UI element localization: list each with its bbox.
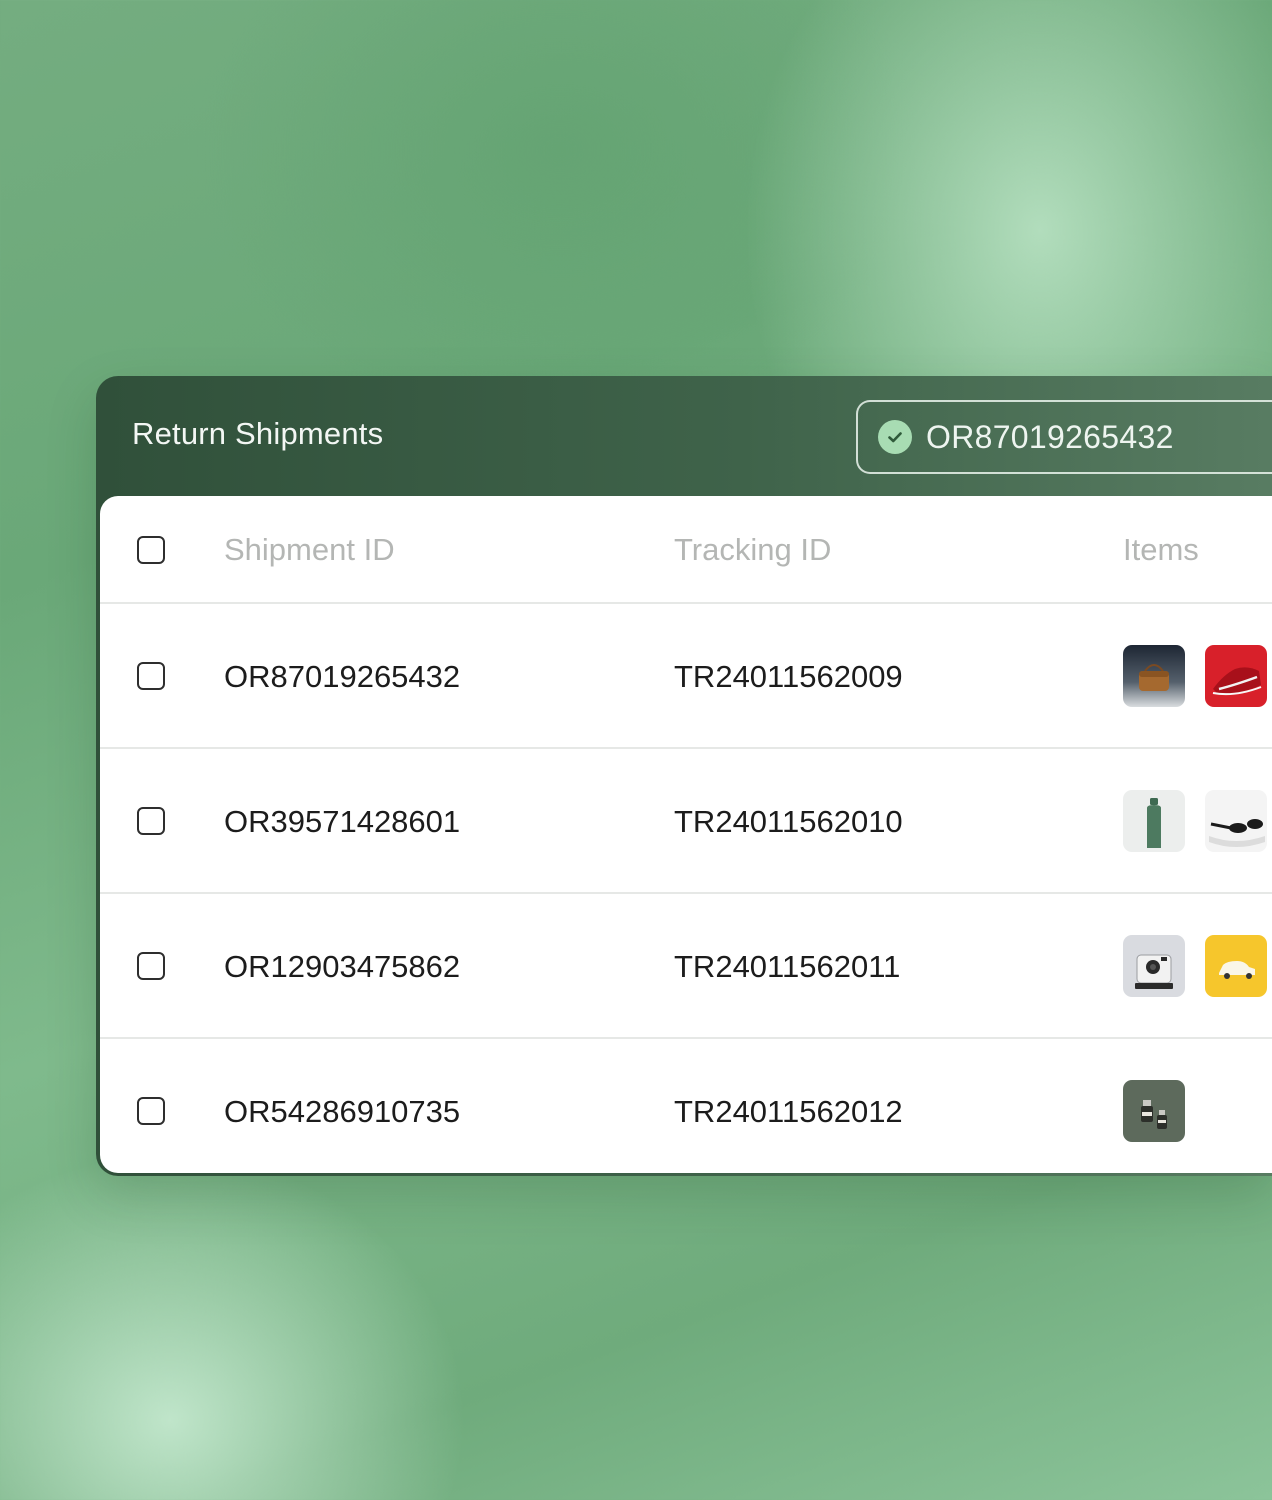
tracking-id: TR24011562011 bbox=[674, 949, 901, 984]
column-header-tracking-id: Tracking ID bbox=[674, 532, 832, 567]
serum-bottles-thumbnail[interactable] bbox=[1123, 1080, 1185, 1142]
row-checkbox[interactable] bbox=[137, 952, 165, 980]
instant-camera-thumbnail[interactable] bbox=[1123, 935, 1185, 997]
table-row[interactable]: OR39571428601 TR24011562010 bbox=[100, 749, 1272, 894]
shipment-id: OR87019265432 bbox=[224, 659, 461, 694]
leather-bag-thumbnail[interactable] bbox=[1123, 645, 1185, 707]
sunglasses-thumbnail[interactable] bbox=[1205, 790, 1267, 852]
shipment-id: OR12903475862 bbox=[224, 949, 461, 984]
table-row[interactable]: OR54286910735 TR24011562012 bbox=[100, 1039, 1272, 1173]
check-circle-icon bbox=[878, 420, 912, 454]
table-row[interactable]: OR87019265432 TR24011562009 bbox=[100, 604, 1272, 749]
return-shipments-panel: Return Shipments OR87019265432 Shipment … bbox=[96, 376, 1272, 1176]
tracking-id: TR24011562012 bbox=[674, 1094, 903, 1129]
select-all-checkbox[interactable] bbox=[137, 536, 165, 564]
table-header-row: Shipment ID Tracking ID Items bbox=[100, 496, 1272, 604]
search-value: OR87019265432 bbox=[926, 418, 1174, 455]
table-row[interactable]: OR12903475862 TR24011562011 bbox=[100, 894, 1272, 1039]
shipments-table: Shipment ID Tracking ID Items OR87019265… bbox=[100, 496, 1272, 1173]
green-bottle-thumbnail[interactable] bbox=[1123, 790, 1185, 852]
row-checkbox[interactable] bbox=[137, 1097, 165, 1125]
row-checkbox[interactable] bbox=[137, 807, 165, 835]
row-checkbox[interactable] bbox=[137, 662, 165, 690]
toy-car-thumbnail[interactable] bbox=[1205, 935, 1267, 997]
panel-title: Return Shipments bbox=[132, 416, 384, 451]
red-sneaker-thumbnail[interactable] bbox=[1205, 645, 1267, 707]
tracking-id: TR24011562010 bbox=[674, 804, 903, 839]
shipment-id: OR39571428601 bbox=[224, 804, 461, 839]
column-header-items: Items bbox=[1123, 532, 1199, 567]
tracking-id: TR24011562009 bbox=[674, 659, 903, 694]
shipment-id: OR54286910735 bbox=[224, 1094, 461, 1129]
shipment-search-field[interactable]: OR87019265432 bbox=[856, 400, 1272, 474]
column-header-shipment-id: Shipment ID bbox=[224, 532, 395, 567]
